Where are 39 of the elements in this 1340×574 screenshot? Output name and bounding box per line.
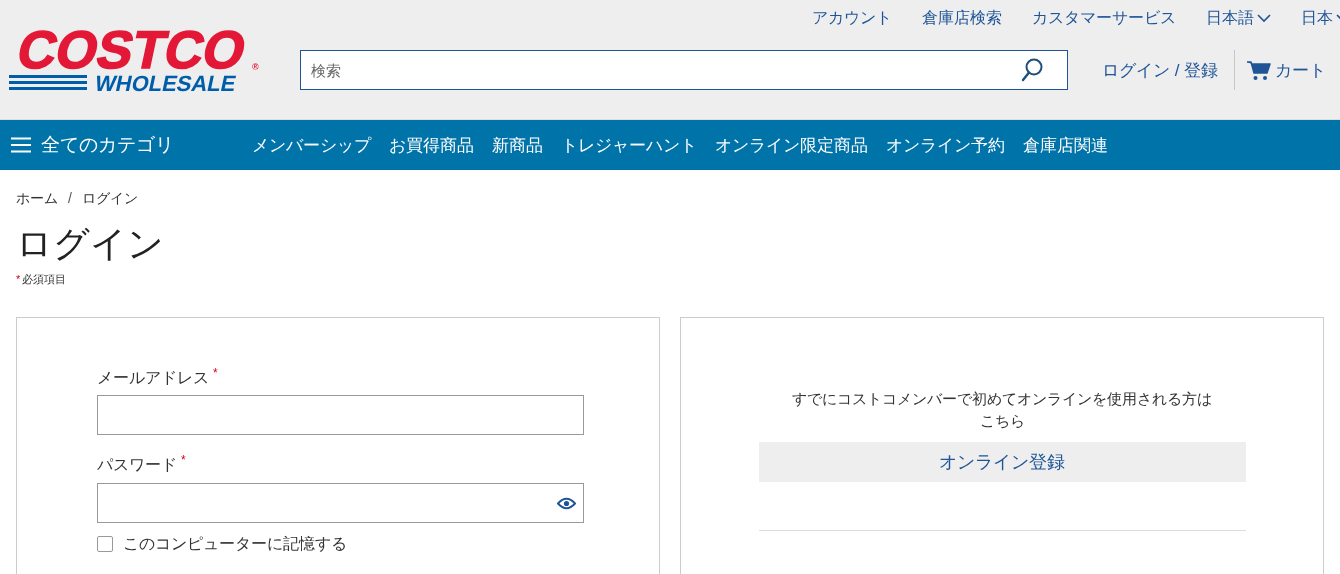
checkbox[interactable] [97, 536, 113, 553]
search-icon[interactable] [1021, 58, 1043, 82]
eye-icon[interactable] [557, 496, 576, 510]
nav-link[interactable]: トレジャーハント [561, 133, 697, 157]
cart-link[interactable]: カート [1247, 58, 1327, 82]
register-text: すでにコストコメンバーで初めてオンラインを使用される方はこちら [792, 389, 1212, 431]
field-label: パスワード [97, 456, 177, 474]
nav-link[interactable]: メンバーシップ [252, 133, 371, 157]
dropdown-link[interactable]: 日本 [1301, 7, 1340, 29]
required-mark: * [16, 273, 21, 285]
top-link[interactable]: アカウント [812, 7, 892, 29]
required-mark: * [181, 453, 186, 468]
search-field[interactable]: 検索 [300, 50, 1068, 90]
nav-link[interactable]: オンライン予約 [886, 133, 1005, 157]
breadcrumb-link[interactable]: ログイン [81, 190, 138, 208]
logo-subtitle[interactable]: WHOLESALE [92, 71, 239, 96]
login-link[interactable]: ログイン / 登録 [1102, 58, 1219, 82]
password-field[interactable] [97, 482, 584, 523]
nav-link[interactable]: 新商品 [492, 133, 543, 157]
breadcrumb-separator: / [68, 190, 72, 208]
register-button[interactable]: オンライン登録 [758, 442, 1246, 482]
page-title: ログイン [16, 222, 165, 266]
email-field[interactable] [97, 395, 584, 436]
all-categories-button[interactable]: 全てのカテゴリ [0, 132, 252, 158]
nav-link[interactable]: お買得商品 [389, 133, 474, 157]
required-mark: * [213, 366, 218, 380]
registered-mark: ® [252, 62, 259, 72]
cart-icon [1247, 59, 1272, 81]
breadcrumb-link[interactable]: ホーム [16, 190, 58, 208]
nav-link[interactable]: オンライン限定商品 [715, 133, 868, 157]
dropdown-link[interactable]: 日本語 [1206, 7, 1271, 29]
top-link[interactable]: カスタマーサービス [1032, 7, 1176, 29]
field-label: メールアドレス [97, 369, 209, 387]
top-link[interactable]: 倉庫店検索 [922, 7, 1002, 29]
menu-icon [11, 137, 31, 153]
nav-link[interactable]: 倉庫店関連 [1023, 133, 1108, 157]
required-note: 必須項目 [22, 273, 67, 285]
chevron-down-icon [1257, 13, 1271, 23]
checkbox-label: このコンピューターに記憶する [123, 533, 347, 554]
